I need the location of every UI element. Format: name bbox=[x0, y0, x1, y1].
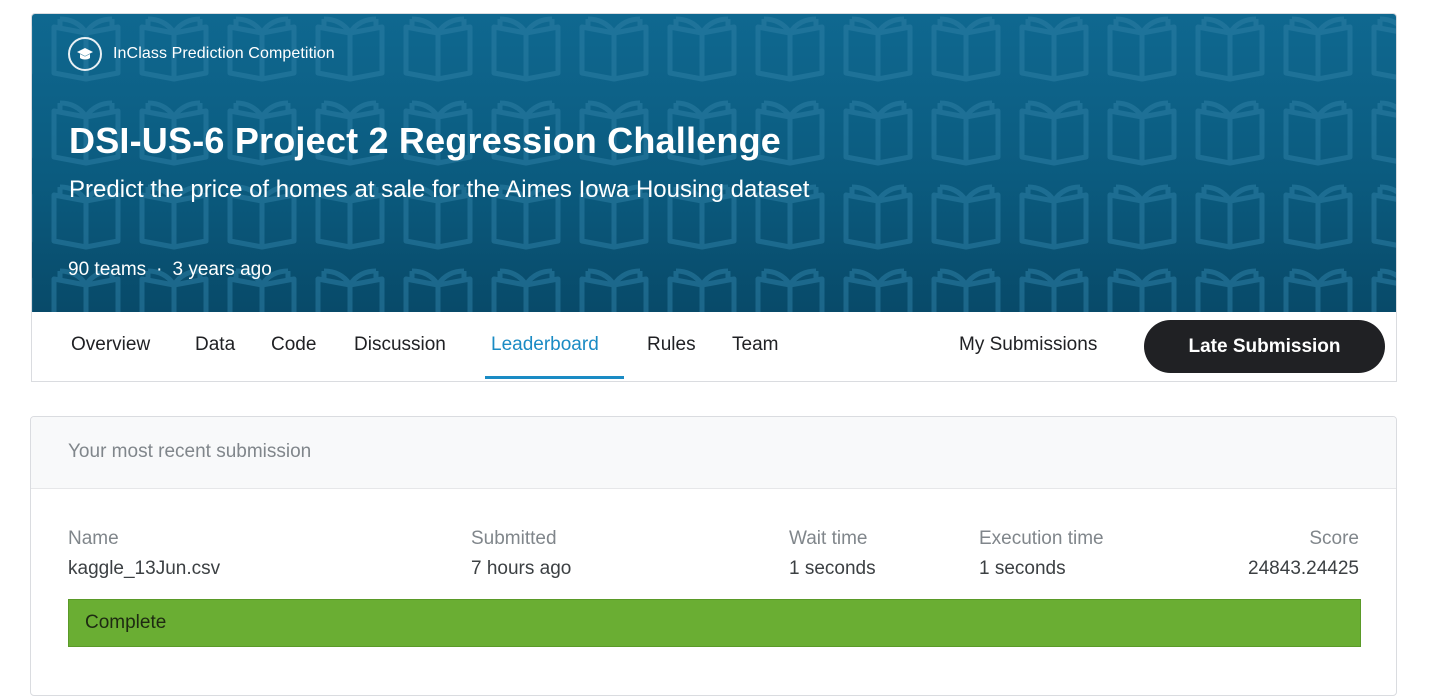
competition-tabs: Overview Data Code Discussion Leaderboar… bbox=[32, 312, 1396, 381]
tab-data[interactable]: Data bbox=[195, 312, 235, 380]
competition-subtitle: Predict the price of homes at sale for t… bbox=[69, 176, 810, 203]
competition-banner: InClass Prediction Competition DSI-US-6 … bbox=[32, 14, 1396, 312]
competition-header: InClass Prediction Competition DSI-US-6 … bbox=[31, 13, 1397, 382]
submission-name-column: Name kaggle_13Jun.csv bbox=[68, 528, 220, 580]
submission-execution-column: Execution time 1 seconds bbox=[979, 528, 1104, 580]
recent-submission-header: Your most recent submission bbox=[31, 417, 1396, 489]
tab-discussion[interactable]: Discussion bbox=[354, 312, 446, 380]
name-header: Name bbox=[68, 528, 119, 549]
competition-meta: 90 teams · 3 years ago bbox=[68, 259, 272, 281]
meta-separator: · bbox=[156, 259, 163, 280]
competition-title: DSI-US-6 Project 2 Regression Challenge bbox=[69, 120, 781, 161]
tab-code[interactable]: Code bbox=[271, 312, 316, 380]
teams-count: 90 teams bbox=[68, 259, 147, 280]
recent-submission-card: Your most recent submission Name kaggle_… bbox=[30, 416, 1397, 696]
status-label: Complete bbox=[85, 612, 167, 633]
submitted-header: Submitted bbox=[471, 528, 557, 549]
submission-wait-column: Wait time 1 seconds bbox=[789, 528, 876, 580]
wait-time-header: Wait time bbox=[789, 528, 868, 549]
submission-submitted-column: Submitted 7 hours ago bbox=[471, 528, 571, 580]
execution-time-header: Execution time bbox=[979, 528, 1104, 549]
graduation-cap-icon bbox=[68, 37, 102, 71]
score-header: Score bbox=[1309, 528, 1359, 549]
late-submission-button[interactable]: Late Submission bbox=[1144, 320, 1385, 373]
execution-time-value: 1 seconds bbox=[979, 558, 1066, 579]
my-submissions-link[interactable]: My Submissions bbox=[959, 312, 1097, 378]
active-tab-indicator bbox=[485, 376, 624, 379]
competition-age: 3 years ago bbox=[172, 259, 272, 280]
tab-rules[interactable]: Rules bbox=[647, 312, 696, 380]
submission-filename: kaggle_13Jun.csv bbox=[68, 558, 221, 579]
score-value: 24843.24425 bbox=[1248, 558, 1359, 579]
recent-submission-title: Your most recent submission bbox=[68, 441, 312, 462]
tab-leaderboard[interactable]: Leaderboard bbox=[491, 312, 599, 380]
submitted-value: 7 hours ago bbox=[471, 558, 572, 579]
wait-time-value: 1 seconds bbox=[789, 558, 876, 579]
tab-overview[interactable]: Overview bbox=[71, 312, 150, 380]
competition-type-label: InClass Prediction Competition bbox=[113, 45, 335, 62]
competition-type-badge: InClass Prediction Competition bbox=[68, 37, 335, 71]
submission-status-bar: Complete bbox=[68, 599, 1361, 647]
submission-score-column: Score 24843.24425 bbox=[1248, 528, 1359, 580]
tab-team[interactable]: Team bbox=[732, 312, 778, 380]
